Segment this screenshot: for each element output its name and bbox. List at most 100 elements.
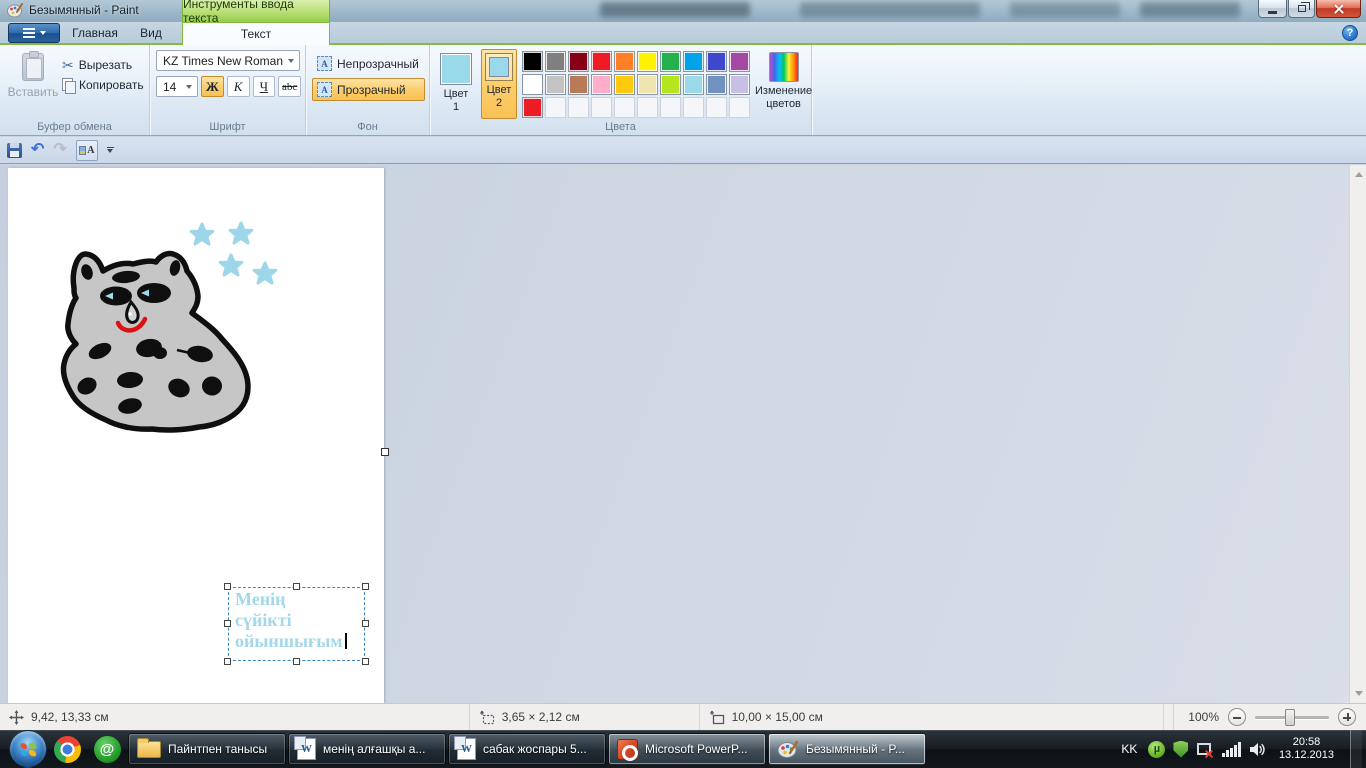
palette-color-swatch[interactable] <box>591 74 612 95</box>
ribbon-tab-row: Главная Вид Текст ? <box>0 22 1366 45</box>
palette-color-swatch[interactable] <box>614 74 635 95</box>
resize-handle[interactable] <box>362 658 369 665</box>
palette-color-swatch[interactable] <box>545 51 566 72</box>
vertical-scrollbar[interactable] <box>1349 165 1366 703</box>
font-size-select[interactable]: 14 <box>156 76 198 97</box>
zoom-slider[interactable] <box>1255 708 1329 726</box>
application-menu-button[interactable] <box>8 23 60 43</box>
tab-text-active[interactable]: Текст <box>182 22 330 45</box>
drawing-canvas[interactable]: Менің сүйікті ойыншығым <box>8 168 384 703</box>
work-area: Менің сүйікті ойыншығым <box>0 165 1366 703</box>
resize-handle[interactable] <box>292 658 300 665</box>
palette-color-swatch[interactable] <box>660 74 681 95</box>
palette-color-swatch[interactable] <box>637 74 658 95</box>
palette-empty-slot <box>683 97 704 118</box>
copy-button[interactable]: Копировать <box>62 78 144 94</box>
background-blur <box>800 2 980 17</box>
palette-color-swatch[interactable] <box>706 51 727 72</box>
bold-button[interactable]: Ж <box>200 76 224 97</box>
save-button[interactable] <box>7 142 22 158</box>
color1-button[interactable]: Цвет 1 <box>436 49 476 119</box>
color1-swatch <box>440 53 472 85</box>
text-tool-button[interactable]: A <box>75 139 98 161</box>
canvas-text-box[interactable]: Менің сүйікті ойыншығым <box>224 583 369 665</box>
strikethrough-button[interactable]: abc <box>278 76 302 97</box>
resize-handle[interactable] <box>224 658 231 665</box>
show-desktop-button[interactable] <box>1350 730 1362 768</box>
mail-agent-taskbar-button[interactable]: @ <box>87 730 127 768</box>
start-button[interactable] <box>9 730 47 768</box>
antivirus-shield-icon[interactable] <box>1173 740 1189 758</box>
chevron-down-icon <box>39 31 46 35</box>
resize-handle[interactable] <box>224 620 231 627</box>
palette-color-swatch[interactable] <box>637 51 658 72</box>
network-error-icon[interactable] <box>1196 741 1214 759</box>
palette-color-swatch[interactable] <box>522 51 543 72</box>
palette-color-swatch[interactable] <box>591 51 612 72</box>
background-blur <box>600 2 750 17</box>
titlebar[interactable]: Безымянный - Paint Инструменты ввода тек… <box>0 0 1366 22</box>
taskbar-button-powerpoint[interactable]: Microsoft PowerP... <box>608 733 766 765</box>
palette-color-swatch[interactable] <box>660 51 681 72</box>
word-document-icon: W <box>454 736 476 760</box>
volume-icon[interactable] <box>1249 742 1267 757</box>
tab-view[interactable]: Вид <box>126 22 176 44</box>
bear-drawing <box>60 221 278 433</box>
palette-color-swatch[interactable] <box>522 74 543 95</box>
palette-color-swatch[interactable] <box>522 97 543 118</box>
folder-icon <box>137 737 161 758</box>
palette-color-swatch[interactable] <box>706 74 727 95</box>
font-family-select[interactable]: KZ Times New Roman <box>156 50 300 71</box>
chrome-taskbar-button[interactable] <box>47 730 87 768</box>
palette-color-swatch[interactable] <box>729 51 750 72</box>
help-icon[interactable]: ? <box>1342 25 1358 41</box>
undo-button[interactable]: ↶ <box>31 142 44 158</box>
paste-button[interactable]: Вставить <box>6 50 60 119</box>
taskbar-button-folder[interactable]: Пайнтпен танысы <box>128 733 286 765</box>
tab-home[interactable]: Главная <box>64 22 126 44</box>
zoom-in-button[interactable] <box>1338 708 1356 726</box>
selection-size-value: 3,65 × 2,12 см <box>501 710 580 724</box>
restore-button[interactable] <box>1288 0 1315 18</box>
palette-color-swatch[interactable] <box>614 51 635 72</box>
resize-handle[interactable] <box>362 583 369 590</box>
scroll-down-icon[interactable] <box>1355 691 1363 696</box>
close-button[interactable] <box>1316 0 1361 18</box>
italic-button[interactable]: К <box>226 76 250 97</box>
image-size-segment: 10,00 × 15,00 см <box>700 704 1165 730</box>
palette-color-swatch[interactable] <box>683 51 704 72</box>
canvas-textbox-text[interactable]: Менің сүйікті ойыншығым <box>229 588 364 652</box>
taskbar-button-word-1[interactable]: W менің алғашқы а... <box>288 733 446 765</box>
scroll-up-icon[interactable] <box>1355 172 1363 177</box>
clock[interactable]: 20:58 13.12.2013 <box>1279 736 1334 762</box>
cut-button[interactable]: ✂ Вырезать <box>62 58 144 72</box>
color2-button[interactable]: Цвет 2 <box>481 49 517 119</box>
minimize-button[interactable] <box>1258 0 1287 18</box>
utorrent-tray-icon[interactable]: µ <box>1148 740 1166 758</box>
transparent-background-button[interactable]: A Прозрачный <box>312 78 425 101</box>
system-tray: KK µ 20:58 13.12.2013 <box>1121 730 1366 768</box>
resize-handle[interactable] <box>362 620 369 627</box>
taskbar-button-paint-active[interactable]: Безымянный - P... <box>768 733 926 765</box>
canvas-resize-handle[interactable] <box>381 448 389 456</box>
zoom-slider-thumb[interactable] <box>1285 708 1295 726</box>
resize-handle[interactable] <box>292 583 300 590</box>
redo-button-disabled[interactable]: ↷ <box>53 142 66 158</box>
palette-color-swatch[interactable] <box>568 51 589 72</box>
resize-handle[interactable] <box>224 583 231 590</box>
palette-color-swatch[interactable] <box>545 74 566 95</box>
customize-toolbar-button[interactable] <box>106 146 114 154</box>
palette-color-swatch[interactable] <box>729 74 750 95</box>
edit-colors-button[interactable]: Изменение цветов <box>755 49 812 119</box>
zoom-out-button[interactable] <box>1228 708 1246 726</box>
palette-empty-slot <box>545 97 566 118</box>
language-indicator[interactable]: KK <box>1121 742 1137 756</box>
palette-color-swatch[interactable] <box>683 74 704 95</box>
palette-color-swatch[interactable] <box>568 74 589 95</box>
opaque-background-button[interactable]: A Непрозрачный <box>312 52 425 75</box>
underline-button[interactable]: Ч <box>252 76 276 97</box>
taskbar-button-label: Microsoft PowerP... <box>645 742 748 756</box>
signal-strength-icon[interactable] <box>1222 741 1241 757</box>
taskbar-button-word-2[interactable]: W сабак жоспары 5... <box>448 733 606 765</box>
background-group: A Непрозрачный A Прозрачный Фон <box>306 45 430 135</box>
